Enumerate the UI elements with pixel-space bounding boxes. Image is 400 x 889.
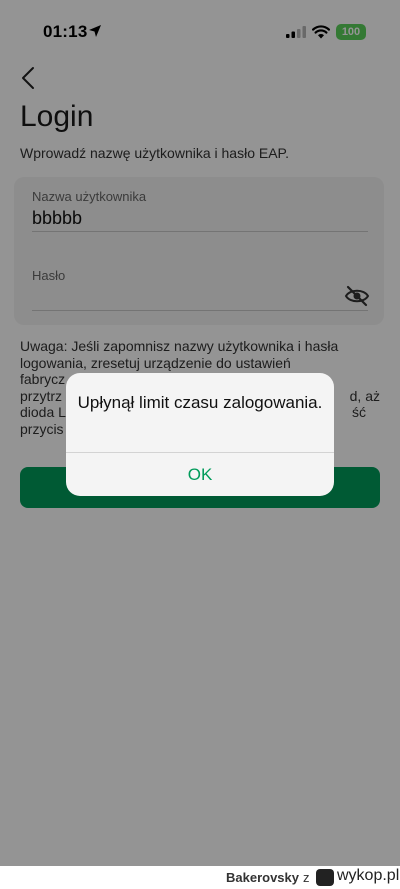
footer-site-name[interactable]: wykop.pl (337, 867, 399, 885)
footer-separator: z (303, 870, 310, 885)
timeout-alert-dialog: Upłynął limit czasu zalogowania. OK (66, 373, 334, 496)
alert-ok-button[interactable]: OK (66, 453, 334, 496)
alert-message: Upłynął limit czasu zalogowania. (77, 393, 323, 412)
footer-attribution: Bakerovsky z wykop.pl (0, 866, 400, 889)
screen: 01:13 100 Login Wprowadź nazwę użytkowni… (0, 0, 400, 866)
footer-username[interactable]: Bakerovsky (226, 870, 299, 885)
wykop-logo-icon (316, 869, 334, 886)
